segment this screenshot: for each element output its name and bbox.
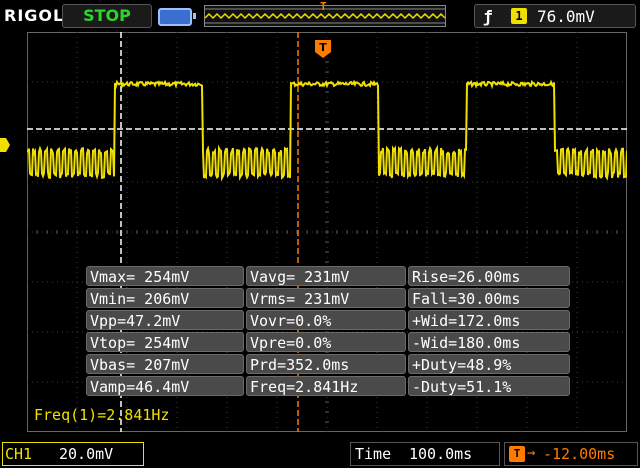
trigger-status-box[interactable]: ƒ 1 76.0mV <box>474 4 636 28</box>
rising-edge-icon: ƒ <box>483 7 493 26</box>
top-bar: RIGOL STOP T ƒ 1 76.0mV <box>0 0 640 32</box>
trigger-flag-label: T <box>319 41 327 54</box>
measurement-cell: Freq=2.841Hz <box>246 376 406 396</box>
channel-1-scale-box[interactable]: CH1 20.0mV <box>2 442 144 466</box>
channel-label: CH1 <box>5 445 33 463</box>
measurement-row: Vtop= 254mV Vpre=0.0% -Wid=180.0ms <box>86 332 570 352</box>
measurement-cell: Vpre=0.0% <box>246 332 406 352</box>
timebase-box[interactable]: Time 100.0ms <box>350 442 500 466</box>
measurement-cell: -Wid=180.0ms <box>408 332 570 352</box>
time-scale: 100.0ms <box>409 445 473 463</box>
trigger-offset-box[interactable]: T → -12.00ms <box>504 442 638 466</box>
measurement-cell: +Wid=172.0ms <box>408 310 570 330</box>
measurement-cell: -Duty=51.1% <box>408 376 570 396</box>
measurement-row: Vamp=46.4mV Freq=2.841Hz -Duty=51.1% <box>86 376 570 396</box>
measurement-cell: Rise=26.00ms <box>408 266 570 286</box>
run-stop-status[interactable]: STOP <box>62 4 152 28</box>
brand-label: RIGOL <box>4 6 65 25</box>
bottom-bar: CH1 20.0mV Time 100.0ms T → -12.00ms <box>0 438 640 468</box>
trigger-offset-value: -12.00ms <box>543 445 616 463</box>
frequency-counter-readout: Freq(1)=2.841Hz <box>34 406 170 424</box>
measurement-row: Vpp=47.2mV Vovr=0.0% +Wid=172.0ms <box>86 310 570 330</box>
vertical-scale: 20.0mV <box>59 445 114 463</box>
channel-offset-marker[interactable] <box>0 138 10 152</box>
measurement-cell: Vmin= 206mV <box>86 288 244 308</box>
measurement-cell: Vtop= 254mV <box>86 332 244 352</box>
measurement-row: Vbas= 207mV Prd=352.0ms +Duty=48.9% <box>86 354 570 374</box>
arrow-right-icon: → <box>527 445 536 461</box>
measurement-cell: Vpp=47.2mV <box>86 310 244 330</box>
trigger-position-marker: T <box>320 0 327 13</box>
measurement-table: Vmax= 254mV Vavg= 231mV Rise=26.00ms Vmin= … <box>86 266 570 398</box>
measurement-cell: Prd=352.0ms <box>246 354 406 374</box>
measurement-cell: Vrms= 231mV <box>246 288 406 308</box>
measurement-cell: Vbas= 207mV <box>86 354 244 374</box>
measurement-row: Vmax= 254mV Vavg= 231mV Rise=26.00ms <box>86 266 570 286</box>
measurement-cell: Vamp=46.4mV <box>86 376 244 396</box>
measurement-cell: +Duty=48.9% <box>408 354 570 374</box>
time-label: Time <box>355 445 392 463</box>
measurement-cell: Fall=30.00ms <box>408 288 570 308</box>
measurement-cell: Vovr=0.0% <box>246 310 406 330</box>
channel-1-waveform <box>27 79 627 182</box>
battery-icon <box>158 8 196 26</box>
measurement-cell: Vmax= 254mV <box>86 266 244 286</box>
trigger-source-badge: 1 <box>511 8 527 24</box>
measurement-cell: Vavg= 231mV <box>246 266 406 286</box>
trigger-level-value: 76.0mV <box>537 7 595 26</box>
trigger-offset-icon: T <box>509 446 525 462</box>
measurement-row: Vmin= 206mV Vrms= 231mV Fall=30.00ms <box>86 288 570 308</box>
